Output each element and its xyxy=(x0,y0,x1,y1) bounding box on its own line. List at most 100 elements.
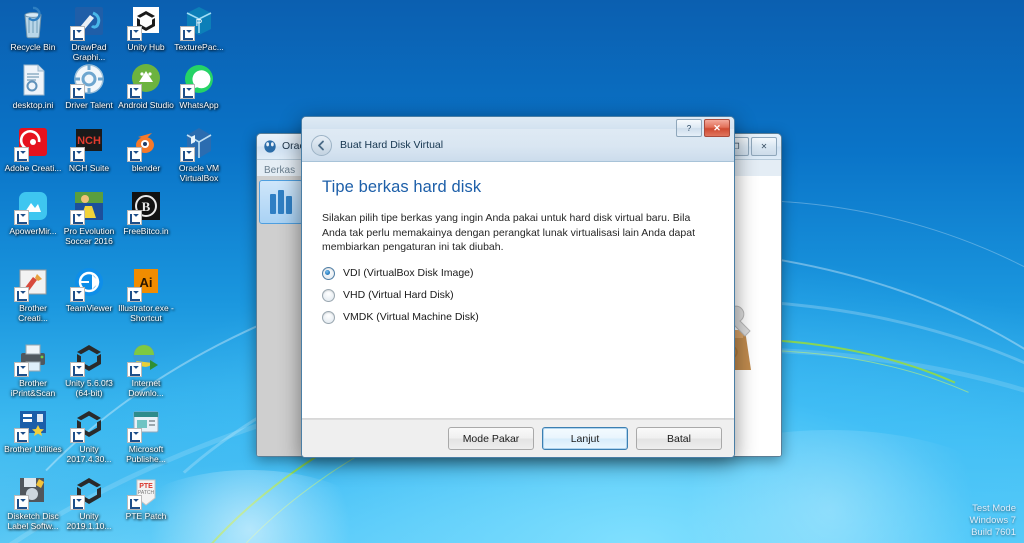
driver-talent-icon xyxy=(70,62,107,99)
watermark-line-1: Test Mode xyxy=(972,503,1016,514)
nch-suite-icon: NCH xyxy=(70,125,107,162)
close-button[interactable]: ✕ xyxy=(751,137,777,156)
create-virtual-hard-disk-dialog[interactable]: ? ✕ Buat Hard Disk Virtual Tipe berkas h… xyxy=(301,116,735,458)
desktop-icon-adobe-creati[interactable]: Adobe Creati... xyxy=(4,125,62,173)
shortcut-arrow-icon xyxy=(70,210,85,225)
shortcut-arrow-icon xyxy=(14,210,29,225)
brother-utilities-icon xyxy=(14,406,51,443)
radio-label-vdi: VDI (VirtualBox Disk Image) xyxy=(343,267,474,279)
dialog-title-bar[interactable]: ? ✕ xyxy=(302,117,734,137)
desktop-icon-brother-iprint-scan[interactable]: Brother iPrint&Scan xyxy=(4,340,62,398)
desktop-icon-nch-suite[interactable]: NCH NCH Suite xyxy=(60,125,118,173)
desktop-icon-oracle-vm-virtualbox[interactable]: Oracle VM VirtualBox xyxy=(170,125,228,183)
menu-item-berkas[interactable]: Berkas xyxy=(264,165,295,176)
shortcut-arrow-icon xyxy=(70,428,85,443)
shortcut-arrow-icon xyxy=(70,147,85,162)
cancel-button[interactable]: Batal xyxy=(636,427,722,450)
svg-text:NCH: NCH xyxy=(77,135,101,147)
disketch-icon xyxy=(14,473,51,510)
shortcut-arrow-icon xyxy=(127,287,142,302)
desktop-icon-label: DrawPad Graphi... xyxy=(71,42,107,62)
unity-icon xyxy=(70,473,107,510)
sidebar-item-tools[interactable] xyxy=(259,180,303,224)
expert-mode-button[interactable]: Mode Pakar xyxy=(448,427,534,450)
desktop-icon-label: blender xyxy=(131,163,161,173)
radio-button-vmdk[interactable] xyxy=(322,310,335,324)
virtualbox-logo-icon xyxy=(264,140,276,153)
ini-file-icon xyxy=(15,62,51,98)
shortcut-arrow-icon xyxy=(14,147,29,162)
desktop-icon-illustrator-exe-shortcut[interactable]: Ai Illustrator.exe - Shortcut xyxy=(117,265,175,323)
close-button[interactable]: ✕ xyxy=(704,119,730,137)
shortcut-arrow-icon xyxy=(180,26,195,41)
virtualbox-icon xyxy=(180,125,217,162)
idm-icon xyxy=(127,340,164,377)
adobe-cc-icon xyxy=(14,125,51,162)
shortcut-arrow-icon xyxy=(14,495,29,510)
desktop-icon-internet-downlo[interactable]: Internet Downlo... xyxy=(117,340,175,398)
desktop-icon-label: Unity 2019.1.10... xyxy=(66,511,112,531)
unity-hub-icon xyxy=(127,4,164,41)
desktop-icon-label: Microsoft Publishe... xyxy=(126,444,166,464)
recycle-bin-icon xyxy=(15,4,51,40)
desktop-icon-pro-evolution-soccer-2016[interactable]: Pro Evolution Soccer 2016 xyxy=(60,188,118,246)
desktop-icon-microsoft-publishe[interactable]: Microsoft Publishe... xyxy=(117,406,175,464)
radio-option-vmdk[interactable]: VMDK (Virtual Machine Disk) xyxy=(322,310,714,324)
desktop-icon-label: Disketch Disc Label Softw... xyxy=(7,511,59,531)
dialog-footer: Mode Pakar Lanjut Batal xyxy=(302,419,734,457)
shortcut-arrow-icon xyxy=(70,26,85,41)
radio-button-vhd[interactable] xyxy=(322,288,335,302)
desktop-icon-unity-2017-4-30[interactable]: Unity 2017.4.30... xyxy=(60,406,118,464)
desktop-icon-freebitco-in[interactable]: B FreeBitco.in xyxy=(117,188,175,236)
virtualbox-sidebar[interactable] xyxy=(257,176,306,456)
desktop-icon-desktop-ini[interactable]: desktop.ini xyxy=(4,62,62,110)
pte-patch-icon: PTE PATCH xyxy=(127,473,164,510)
desktop-icon-label: TeamViewer xyxy=(65,303,113,313)
description-text: Silakan pilih tipe berkas yang ingin And… xyxy=(322,212,695,253)
desktop-icon-label: Brother Utilities xyxy=(4,444,62,454)
desktop-icon-teamviewer[interactable]: TeamViewer xyxy=(60,265,118,313)
radio-button-vdi[interactable] xyxy=(322,266,335,280)
dialog-window-controls: ? ✕ xyxy=(676,119,730,137)
desktop-icon-label: Adobe Creati... xyxy=(4,163,62,173)
desktop-icon-label: PTE Patch xyxy=(125,511,167,521)
desktop-icon-driver-talent[interactable]: Driver Talent xyxy=(60,62,118,110)
desktop-icon-label: WhatsApp xyxy=(179,100,219,110)
help-button[interactable]: ? xyxy=(676,119,702,137)
dialog-content: Tipe berkas hard disk Silakan pilih tipe… xyxy=(302,162,734,419)
desktop-icon-whatsapp[interactable]: WhatsApp xyxy=(170,62,228,110)
desktop-icon-recycle-bin[interactable]: Recycle Bin xyxy=(4,4,62,52)
desktop-icon-brother-creati[interactable]: Brother Creati... xyxy=(4,265,62,323)
desktop-icon-texturepac[interactable]: P TexturePac... xyxy=(170,4,228,52)
svg-text:B: B xyxy=(142,199,151,214)
desktop-icon-label: Unity 2017.4.30... xyxy=(66,444,112,464)
dialog-title: Buat Hard Disk Virtual xyxy=(340,139,444,151)
dialog-header: Buat Hard Disk Virtual xyxy=(302,129,734,162)
watermark-line-2: Windows 7 xyxy=(969,515,1016,526)
desktop-icon-disketch-disc-label-softw[interactable]: Disketch Disc Label Softw... xyxy=(4,473,62,531)
desktop-icon-apowermir[interactable]: ApowerMir... xyxy=(4,188,62,236)
radio-label-vmdk: VMDK (Virtual Machine Disk) xyxy=(343,311,479,323)
desktop-icon-label: ApowerMir... xyxy=(9,226,57,236)
desktop-icon-label: Android Studio xyxy=(118,100,174,110)
desktop-icon-blender[interactable]: blender xyxy=(117,125,175,173)
desktop-icon-drawpad-graphi[interactable]: DrawPad Graphi... xyxy=(60,4,118,62)
desktop-icon-label: desktop.ini xyxy=(12,100,54,110)
back-button[interactable] xyxy=(311,134,332,156)
shortcut-arrow-icon xyxy=(180,147,195,162)
desktop-icon-unity-5-6-0f3-64-bit[interactable]: Unity 5.6.0f3 (64-bit) xyxy=(60,340,118,398)
desktop-icon-pte-patch[interactable]: PTE PATCH PTE Patch xyxy=(117,473,175,521)
desktop-icon-unity-hub[interactable]: Unity Hub xyxy=(117,4,175,52)
radio-option-vhd[interactable]: VHD (Virtual Hard Disk) xyxy=(322,288,714,302)
shortcut-arrow-icon xyxy=(127,84,142,99)
desktop-icon-brother-utilities[interactable]: Brother Utilities xyxy=(4,406,62,454)
desktop-icon-unity-2019-1-10[interactable]: Unity 2019.1.10... xyxy=(60,473,118,531)
radio-option-vdi[interactable]: VDI (VirtualBox Disk Image) xyxy=(322,266,714,280)
desktop-icon-android-studio[interactable]: Android Studio xyxy=(117,62,175,110)
desktop-icon-label: Brother iPrint&Scan xyxy=(10,378,56,398)
drawpad-icon xyxy=(70,4,107,41)
unity-icon xyxy=(70,406,107,443)
shortcut-arrow-icon xyxy=(70,362,85,377)
next-button[interactable]: Lanjut xyxy=(542,427,628,450)
desktop-icon-label: NCH Suite xyxy=(68,163,110,173)
